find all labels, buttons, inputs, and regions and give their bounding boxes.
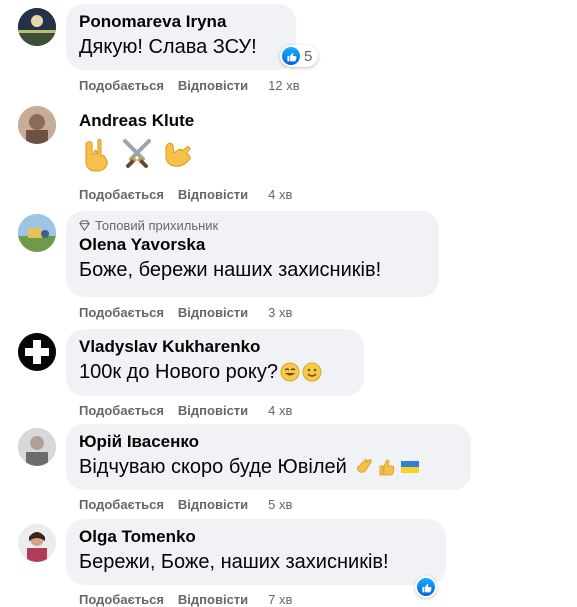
comment-bubble: Юрій Івасенко Відчуваю скоро буде Ювілей bbox=[66, 424, 471, 490]
comment-author[interactable]: Юрій Івасенко bbox=[79, 431, 459, 453]
reply-button[interactable]: Відповісти bbox=[178, 187, 248, 202]
comment-text: Боже, бережи наших захисників! bbox=[79, 259, 382, 281]
comment-time[interactable]: 3 хв bbox=[268, 305, 292, 320]
avatar[interactable] bbox=[18, 214, 56, 252]
reactions-badge[interactable] bbox=[415, 576, 437, 598]
like-reaction-icon bbox=[417, 578, 435, 596]
clapping-hands-emoji bbox=[356, 459, 372, 473]
comment-text: Дякую! Слава ЗСУ! bbox=[79, 36, 257, 58]
comment-bubble: Ponomareva Iryna Дякую! Слава ЗСУ! bbox=[66, 4, 296, 70]
avatar[interactable] bbox=[18, 524, 56, 562]
reply-button[interactable]: Відповісти bbox=[178, 305, 248, 320]
metal-hand-emoji bbox=[85, 139, 108, 172]
ukraine-flag-emoji bbox=[400, 461, 419, 473]
comment-text-row: 100к до Нового року? bbox=[79, 358, 352, 386]
comment-time[interactable]: 12 хв bbox=[268, 78, 299, 93]
like-reaction-icon bbox=[282, 47, 300, 65]
avatar[interactable] bbox=[18, 428, 56, 466]
plus-icon bbox=[18, 333, 56, 371]
thumbs-up-emoji bbox=[379, 459, 395, 476]
comment-actions: Подобається Відповісти 12 хв bbox=[79, 78, 300, 93]
comment-actions: Подобається Відповісти 4 хв bbox=[79, 403, 292, 418]
comment-actions: Подобається Відповісти 4 хв bbox=[79, 187, 292, 202]
comment-author[interactable]: Olga Tomenko bbox=[79, 526, 434, 548]
comment-author[interactable]: Vladyslav Kukharenko bbox=[79, 336, 352, 358]
avatar[interactable] bbox=[18, 333, 56, 371]
comment-text: 100к до Нового року? bbox=[79, 361, 278, 383]
comment-bubble: Vladyslav Kukharenko 100к до Нового року… bbox=[66, 329, 364, 396]
smile-emoji bbox=[302, 362, 322, 382]
emoji-row bbox=[82, 138, 194, 172]
reply-button[interactable]: Відповісти bbox=[178, 497, 248, 512]
like-button[interactable]: Подобається bbox=[79, 403, 164, 418]
comment-text: Бережи, Боже, наших захисників! bbox=[79, 551, 389, 573]
comment-author[interactable]: Andreas Klute bbox=[79, 110, 194, 132]
comment-text-row: Відчуваю скоро буде Ювілей bbox=[79, 453, 459, 481]
comment-author[interactable]: Olena Yavorska bbox=[79, 234, 427, 256]
comment-time[interactable]: 5 хв bbox=[268, 497, 292, 512]
comment-time[interactable]: 4 хв bbox=[268, 187, 292, 202]
diamond-icon bbox=[79, 220, 90, 231]
top-fan-label: Топовий прихильник bbox=[95, 218, 219, 233]
reply-button[interactable]: Відповісти bbox=[178, 403, 248, 418]
call-me-hand-emoji bbox=[165, 142, 191, 167]
top-fan-badge: Топовий прихильник bbox=[79, 217, 427, 234]
comment-actions: Подобається Відповісти 5 хв bbox=[79, 497, 292, 512]
like-button[interactable]: Подобається bbox=[79, 187, 164, 202]
like-button[interactable]: Подобається bbox=[79, 78, 164, 93]
avatar[interactable] bbox=[18, 8, 56, 46]
avatar[interactable] bbox=[18, 106, 56, 144]
comment-text: Відчуваю скоро буде Ювілей bbox=[79, 456, 347, 478]
comment-bubble: Топовий прихильник Olena Yavorska Боже, … bbox=[66, 211, 439, 297]
comment-author[interactable]: Ponomareva Iryna bbox=[79, 11, 284, 33]
like-button[interactable]: Подобається bbox=[79, 497, 164, 512]
reactions-count: 5 bbox=[304, 47, 313, 65]
reply-button[interactable]: Відповісти bbox=[178, 78, 248, 93]
reactions-badge[interactable]: 5 bbox=[280, 45, 319, 67]
comment-time[interactable]: 4 хв bbox=[268, 403, 292, 418]
crossed-swords-emoji bbox=[123, 139, 151, 168]
grin-emoji bbox=[280, 362, 300, 382]
comment-bubble: Olga Tomenko Бережи, Боже, наших захисни… bbox=[66, 519, 446, 585]
comment-actions: Подобається Відповісти 3 хв bbox=[79, 305, 292, 320]
like-button[interactable]: Подобається bbox=[79, 305, 164, 320]
